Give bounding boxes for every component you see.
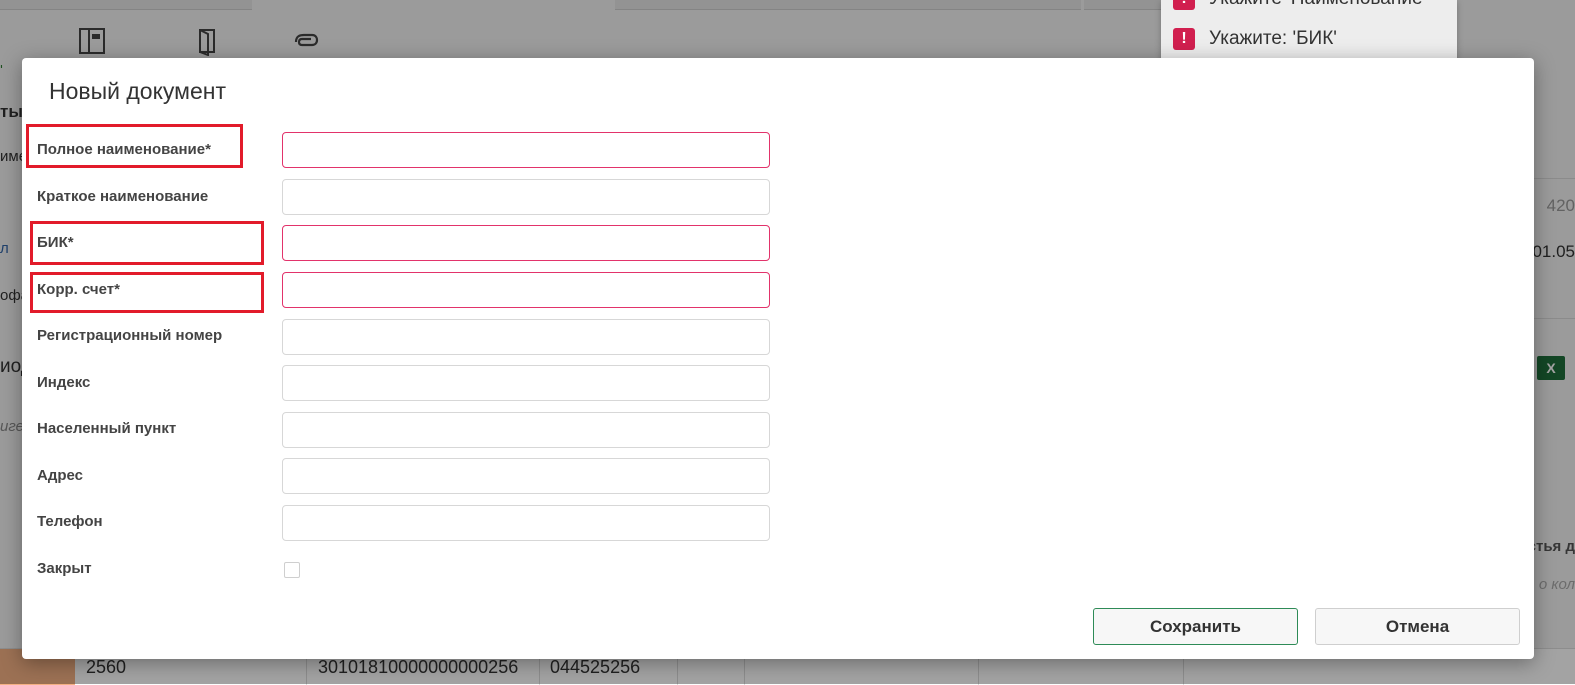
validation-message: ! Укажите 'Наименование' <box>1173 0 1426 10</box>
phone-label: Телефон <box>37 513 103 530</box>
cancel-button[interactable]: Отмена <box>1315 608 1520 645</box>
locality-input[interactable] <box>282 412 770 448</box>
full-name-label: Полное наименование* <box>37 141 211 158</box>
postal-index-input[interactable] <box>282 365 770 401</box>
address-label: Адрес <box>37 467 84 484</box>
new-document-dialog: Новый документ Полное наименование* Крат… <box>22 58 1534 659</box>
postal-index-label: Индекс <box>37 374 91 391</box>
address-input[interactable] <box>282 458 770 494</box>
validation-text: Укажите 'Наименование' <box>1209 0 1426 10</box>
corr-account-input[interactable] <box>282 272 770 308</box>
error-icon: ! <box>1173 28 1195 50</box>
full-name-input[interactable] <box>282 132 770 168</box>
bik-input[interactable] <box>282 225 770 261</box>
closed-checkbox[interactable] <box>284 562 300 578</box>
registration-number-input[interactable] <box>282 319 770 355</box>
dialog-title: Новый документ <box>49 78 227 104</box>
short-name-label: Краткое наименование <box>37 188 209 205</box>
validation-text: Укажите: 'БИК' <box>1209 28 1337 49</box>
closed-label: Закрыт <box>37 560 92 577</box>
corr-account-label: Корр. счет* <box>37 281 120 298</box>
save-button[interactable]: Сохранить <box>1093 608 1298 645</box>
validation-message: ! Укажите: 'БИК' <box>1173 28 1337 50</box>
error-icon: ! <box>1173 0 1195 10</box>
short-name-input[interactable] <box>282 179 770 215</box>
registration-number-label: Регистрационный номер <box>37 327 223 344</box>
locality-label: Населенный пункт <box>37 420 177 437</box>
bik-label: БИК* <box>37 234 74 251</box>
phone-input[interactable] <box>282 505 770 541</box>
